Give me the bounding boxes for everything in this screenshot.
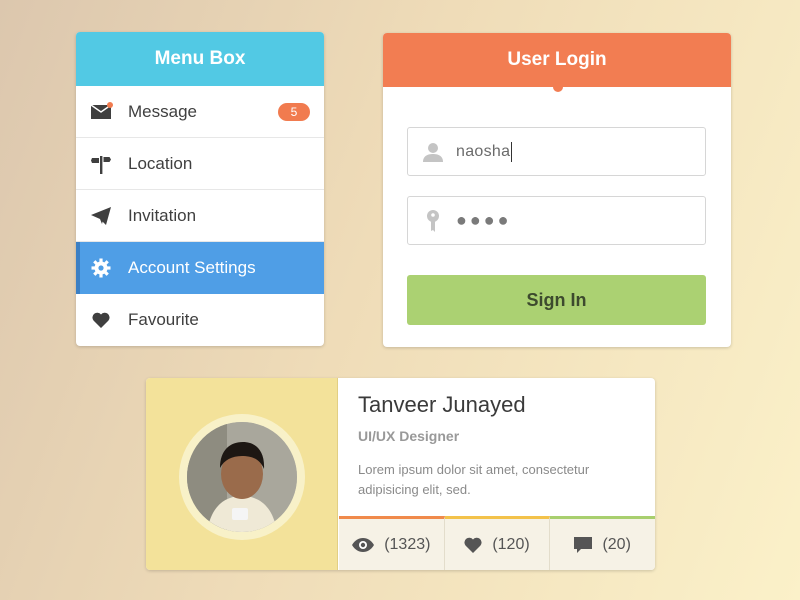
stat-views[interactable]: (1323) (339, 516, 445, 570)
profile-role: UI/UX Designer (358, 428, 460, 444)
menu-item-label: Message (128, 101, 197, 121)
avatar (187, 422, 297, 532)
eye-icon (352, 537, 375, 552)
username-field[interactable]: naosha (407, 127, 706, 176)
menu-item-invitation[interactable]: Invitation (76, 190, 324, 242)
menu-item-label: Location (128, 153, 193, 173)
key-icon (420, 208, 446, 234)
message-count-badge: 5 (278, 103, 310, 121)
login-title: User Login (507, 49, 607, 70)
profile-name: Tanveer Junayed (358, 392, 526, 417)
gear-icon (90, 257, 112, 279)
password-field[interactable]: ●●●● (407, 196, 706, 245)
menu-box-title: Menu Box (76, 32, 324, 86)
menu-item-favourite[interactable]: Favourite (76, 294, 324, 346)
stat-likes[interactable]: (120) (444, 516, 551, 570)
paper-plane-icon (90, 205, 112, 227)
heart-icon (90, 309, 112, 331)
menu-item-label: Favourite (128, 310, 199, 329)
username-value: naosha (456, 142, 511, 160)
stat-comments[interactable]: (20) (550, 516, 655, 570)
profile-stats: (1323) (120) (20) (339, 516, 655, 570)
envelope-icon (90, 101, 113, 123)
password-mask: ●●●● (456, 210, 512, 230)
profile-description: Lorem ipsum dolor sit amet, consectetur … (358, 462, 590, 497)
text-caret (511, 141, 513, 162)
avatar-panel (146, 378, 338, 570)
notification-dot (107, 101, 113, 108)
menu-item-label: Invitation (128, 205, 197, 225)
header-pointer (553, 82, 563, 92)
menu-item-message[interactable]: Message 5 (76, 86, 324, 138)
stat-value: (20) (602, 535, 631, 553)
stat-value: (1323) (384, 535, 431, 553)
menu-item-label: Account Settings (128, 258, 256, 277)
heart-icon (464, 537, 482, 553)
menu-item-account-settings[interactable]: Account Settings (76, 242, 324, 294)
login-box-header: User Login (383, 33, 731, 92)
profile-card: Tanveer Junayed UI/UX Designer Lorem ips… (146, 378, 655, 570)
login-box: User Login naosha ●●●● Sign In (383, 33, 731, 347)
comment-icon (574, 536, 593, 553)
profile-info: Tanveer Junayed UI/UX Designer Lorem ips… (358, 392, 648, 500)
menu-item-location[interactable]: Location (76, 138, 324, 190)
menu-box: Menu Box Message 5 Location Invitation A… (76, 32, 324, 346)
stat-value: (120) (492, 535, 530, 553)
avatar-ring (179, 414, 305, 540)
sign-in-button[interactable]: Sign In (407, 275, 706, 325)
user-icon (420, 139, 446, 165)
signpost-icon (90, 153, 112, 175)
